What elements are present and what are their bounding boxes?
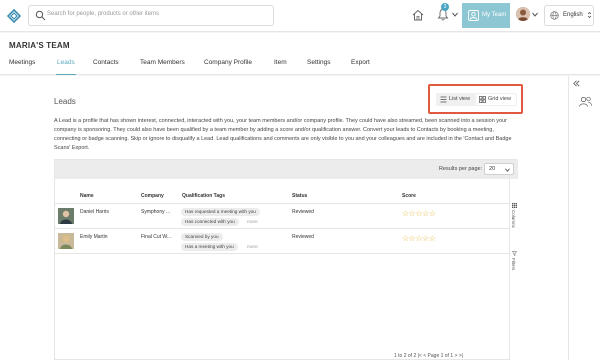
columns-toggle[interactable]: Columns (511, 210, 516, 228)
results-per-page-bar: Results per page: 20 (55, 160, 518, 179)
leads-panel: Leads List view Grid view A Lead is a pr… (0, 76, 568, 360)
list-view-button[interactable]: List view (437, 94, 474, 105)
lead-company: Final Cut W... (141, 234, 172, 240)
lead-status: Reviewed (292, 234, 314, 240)
grid-view-label: Grid view (488, 96, 511, 102)
grid-view-button[interactable]: Grid view (476, 94, 516, 105)
filters-toggle[interactable]: Filters (511, 258, 516, 270)
pagination[interactable]: 1 to 2 of 2 |< < Page 1 of 1 > >| (394, 353, 463, 359)
tab-contacts[interactable]: Contacts (93, 59, 119, 75)
qualification-tag: Has connected with you (181, 218, 239, 226)
tab-company-profile[interactable]: Company Profile (204, 59, 252, 75)
right-sidebar (568, 76, 600, 360)
double-chevron-left-icon[interactable] (573, 80, 580, 87)
column-header-name[interactable]: Name (80, 193, 94, 199)
search-icon (35, 10, 46, 21)
column-header-score[interactable]: Score (402, 193, 416, 199)
avatar-image (516, 7, 530, 21)
language-select[interactable]: English (544, 5, 594, 26)
column-header-company[interactable]: Company (141, 193, 164, 199)
results-per-page-value: 20 (489, 166, 496, 172)
score-stars[interactable]: ☆☆☆☆☆ (402, 209, 436, 218)
row-divider (55, 253, 509, 254)
globe-icon (550, 11, 559, 20)
table-row[interactable]: Emily Martin Final Cut W... Scanned by y… (55, 229, 509, 253)
tab-settings[interactable]: Settings (307, 59, 331, 75)
people-icon[interactable] (579, 96, 592, 107)
language-value: English (563, 12, 583, 18)
filter-icon[interactable] (512, 251, 517, 256)
list-view-label: List view (449, 96, 471, 102)
list-icon (440, 96, 447, 103)
my-team-button[interactable]: My Team (462, 3, 510, 28)
tab-item[interactable]: Item (274, 59, 287, 75)
leads-table: Results per page: 20 Name Company Qualif… (54, 159, 518, 360)
tab-team-members[interactable]: Team Members (140, 59, 185, 75)
column-header-status[interactable]: Status (292, 193, 307, 199)
page-title: MARIA'S TEAM (9, 41, 70, 50)
home-icon[interactable] (412, 9, 424, 21)
more-link[interactable]: more (247, 244, 258, 249)
table-side-panel: Columns Filters (509, 179, 517, 360)
chevron-down-icon[interactable] (452, 12, 458, 17)
chevron-down-icon (505, 168, 510, 172)
user-avatar[interactable] (516, 7, 530, 21)
tab-export[interactable]: Export (351, 59, 370, 75)
grid-icon (479, 96, 486, 103)
top-bar: Search for people, products or other ite… (0, 0, 600, 32)
select-arrows-icon (587, 11, 592, 19)
my-team-label: My Team (482, 12, 507, 18)
lead-name[interactable]: Emily Martin (80, 234, 108, 240)
qualification-tag: Has a meeting with you (181, 243, 238, 251)
leads-description: A Lead is a profile that has shown inter… (54, 118, 512, 151)
score-stars[interactable]: ☆☆☆☆☆ (402, 234, 436, 243)
tab-leads[interactable]: Leads (56, 59, 76, 75)
team-user-icon (468, 10, 479, 21)
lead-name[interactable]: Daniel Harris (80, 209, 109, 215)
tab-meetings[interactable]: Meetings (9, 59, 35, 75)
logo-icon[interactable] (7, 9, 21, 23)
section-title: Leads (54, 97, 76, 106)
search-field[interactable]: Search for people, products or other ite… (28, 5, 274, 26)
results-per-page-label: Results per page: (439, 166, 483, 172)
chevron-down-icon[interactable] (532, 12, 538, 17)
team-header: MARIA'S TEAM Meetings Leads Contacts Tea… (0, 33, 600, 75)
lead-photo (58, 208, 74, 224)
lead-status: Reviewed (292, 209, 314, 215)
more-link[interactable]: more (247, 219, 258, 224)
column-header-tags[interactable]: Qualification Tags (182, 193, 225, 199)
table-row[interactable]: Daniel Harris Symphony ... Has requested… (55, 204, 509, 228)
notification-badge: 3 (441, 3, 449, 11)
qualification-tag: Has requested a meeting with you (181, 208, 260, 216)
columns-icon[interactable] (512, 203, 517, 208)
search-input[interactable]: Search for people, products or other ite… (47, 11, 159, 17)
lead-photo (58, 233, 74, 249)
results-per-page-select[interactable]: 20 (484, 163, 514, 175)
qualification-tag: Scanned by you (181, 233, 223, 241)
lead-company: Symphony ... (141, 209, 171, 215)
